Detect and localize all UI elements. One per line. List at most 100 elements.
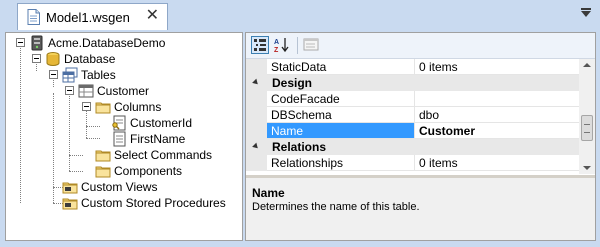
document-tab-title: Model1.wsgen (46, 9, 130, 25)
tree-node-label: CustomerId (130, 116, 193, 130)
sort-alphabetical-icon: A Z (274, 38, 289, 54)
tree-node-custom-views[interactable]: Custom Views (62, 179, 157, 195)
tree-connector (69, 171, 83, 172)
property-row-staticdata[interactable]: StaticData 0 items (246, 59, 579, 75)
tree-node-label: Acme.DatabaseDemo (48, 36, 166, 50)
document-icon (27, 9, 40, 25)
alphabetical-sort-button[interactable]: A Z (273, 36, 291, 54)
property-name: Relationships (267, 155, 415, 171)
folder-icon (95, 166, 111, 178)
tree-node-label: Components (114, 164, 183, 178)
tree-node-custom-stored-procedures[interactable]: Custom Stored Procedures (62, 195, 226, 211)
tree-connector (86, 138, 100, 139)
description-title: Name (252, 186, 285, 200)
window-bottom-edge (0, 241, 600, 247)
categorized-view-icon (254, 39, 266, 51)
property-grid-toolbar: A Z (246, 33, 595, 59)
property-name: DBSchema (267, 107, 415, 123)
collapse-arrow-icon[interactable] (252, 142, 260, 151)
tree-node-label: Select Commands (114, 148, 213, 162)
property-value[interactable]: 0 items (415, 155, 579, 171)
scroll-down-icon[interactable] (583, 166, 591, 170)
description-text: Determines the name of this table. (252, 201, 420, 213)
collapse-toggle[interactable] (16, 38, 25, 47)
category-row-design[interactable]: Design (246, 75, 579, 91)
tree-node-label: Tables (81, 68, 116, 82)
collapse-toggle[interactable] (49, 70, 58, 79)
database-server-icon (31, 35, 43, 51)
tree-connector (53, 78, 54, 87)
property-value[interactable]: 0 items (415, 59, 579, 75)
toolbar-separator (297, 37, 298, 54)
views-folder-icon (62, 182, 78, 194)
tree-node-tables[interactable]: Tables (62, 67, 116, 83)
property-row-codefacade[interactable]: CodeFacade (246, 91, 579, 107)
tree-connector (86, 110, 87, 138)
row-margin (246, 155, 267, 171)
database-icon (46, 52, 60, 66)
svg-text:Z: Z (274, 47, 279, 54)
collapse-toggle[interactable] (82, 102, 91, 111)
tree-connector (86, 126, 100, 127)
tree-connector (36, 62, 37, 71)
tree-node-customer-table[interactable]: Customer (78, 83, 149, 99)
collapse-arrow-icon[interactable] (252, 78, 260, 87)
svg-text:A: A (274, 39, 279, 46)
tree-node-database[interactable]: Database (45, 51, 115, 67)
category-label: Design (272, 76, 313, 90)
description-pane: Name Determines the name of this table. (246, 178, 595, 240)
key-column-icon (112, 115, 126, 131)
procedures-folder-icon (62, 198, 78, 210)
property-row-dbschema[interactable]: DBSchema dbo (246, 107, 579, 123)
tree-node-customerid-column[interactable]: CustomerId (111, 115, 192, 131)
tree-node-label: FirstName (130, 132, 186, 146)
document-tab-strip: Model1.wsgen ✕ (0, 0, 600, 30)
property-value[interactable]: dbo (415, 107, 579, 123)
category-row-relations[interactable]: Relations (246, 139, 579, 155)
row-margin (246, 107, 267, 123)
category-label: Relations (272, 140, 327, 154)
tree-node-label: Customer (97, 84, 150, 98)
tree-connector (69, 94, 70, 171)
close-tab-icon[interactable]: ✕ (146, 8, 159, 24)
property-name: CodeFacade (267, 91, 415, 107)
row-margin (246, 91, 267, 107)
document-tab[interactable]: Model1.wsgen ✕ (17, 3, 168, 30)
property-name: StaticData (267, 59, 415, 75)
property-grid: A Z StaticData 0 items Design CodeFacade… (245, 32, 596, 241)
property-value[interactable]: Customer (415, 123, 579, 139)
table-icon (78, 84, 94, 98)
tree-node-firstname-column[interactable]: FirstName (111, 131, 185, 147)
tree-connector (69, 155, 83, 156)
property-name: Name (267, 123, 415, 139)
tree-node-columns[interactable]: Columns (95, 99, 161, 115)
tables-icon (62, 67, 78, 83)
collapse-toggle[interactable] (32, 54, 41, 63)
categorized-view-button[interactable] (251, 36, 269, 54)
tab-list-dropdown-bar (581, 8, 591, 10)
scrollbar-thumb[interactable] (581, 115, 593, 141)
row-margin (246, 123, 267, 139)
tree-node-components[interactable]: Components (95, 163, 182, 179)
tree-connector (20, 46, 21, 203)
row-margin (246, 59, 267, 75)
property-pages-icon (303, 38, 319, 51)
tree-node-label: Columns (114, 100, 162, 114)
tree-node-label: Custom Stored Procedures (81, 196, 226, 210)
column-icon (113, 131, 126, 147)
folder-icon (95, 150, 111, 162)
scroll-up-icon[interactable] (583, 63, 591, 67)
vertical-scrollbar[interactable] (579, 59, 595, 174)
tree-node-select-commands[interactable]: Select Commands (95, 147, 212, 163)
property-pages-button[interactable] (303, 36, 321, 54)
tree-node-label: Database (64, 52, 116, 66)
folder-icon (95, 102, 111, 114)
tree-node-label: Custom Views (81, 180, 158, 194)
tree-node-project[interactable]: Acme.DatabaseDemo (29, 35, 165, 51)
property-value[interactable] (415, 91, 579, 107)
tab-list-dropdown-icon[interactable] (581, 11, 591, 17)
property-row-relationships[interactable]: Relationships 0 items (246, 155, 579, 171)
property-row-name[interactable]: Name Customer (246, 123, 579, 139)
model-tree[interactable]: Acme.DatabaseDemo Database Tables Custom… (5, 32, 243, 241)
collapse-toggle[interactable] (65, 86, 74, 95)
